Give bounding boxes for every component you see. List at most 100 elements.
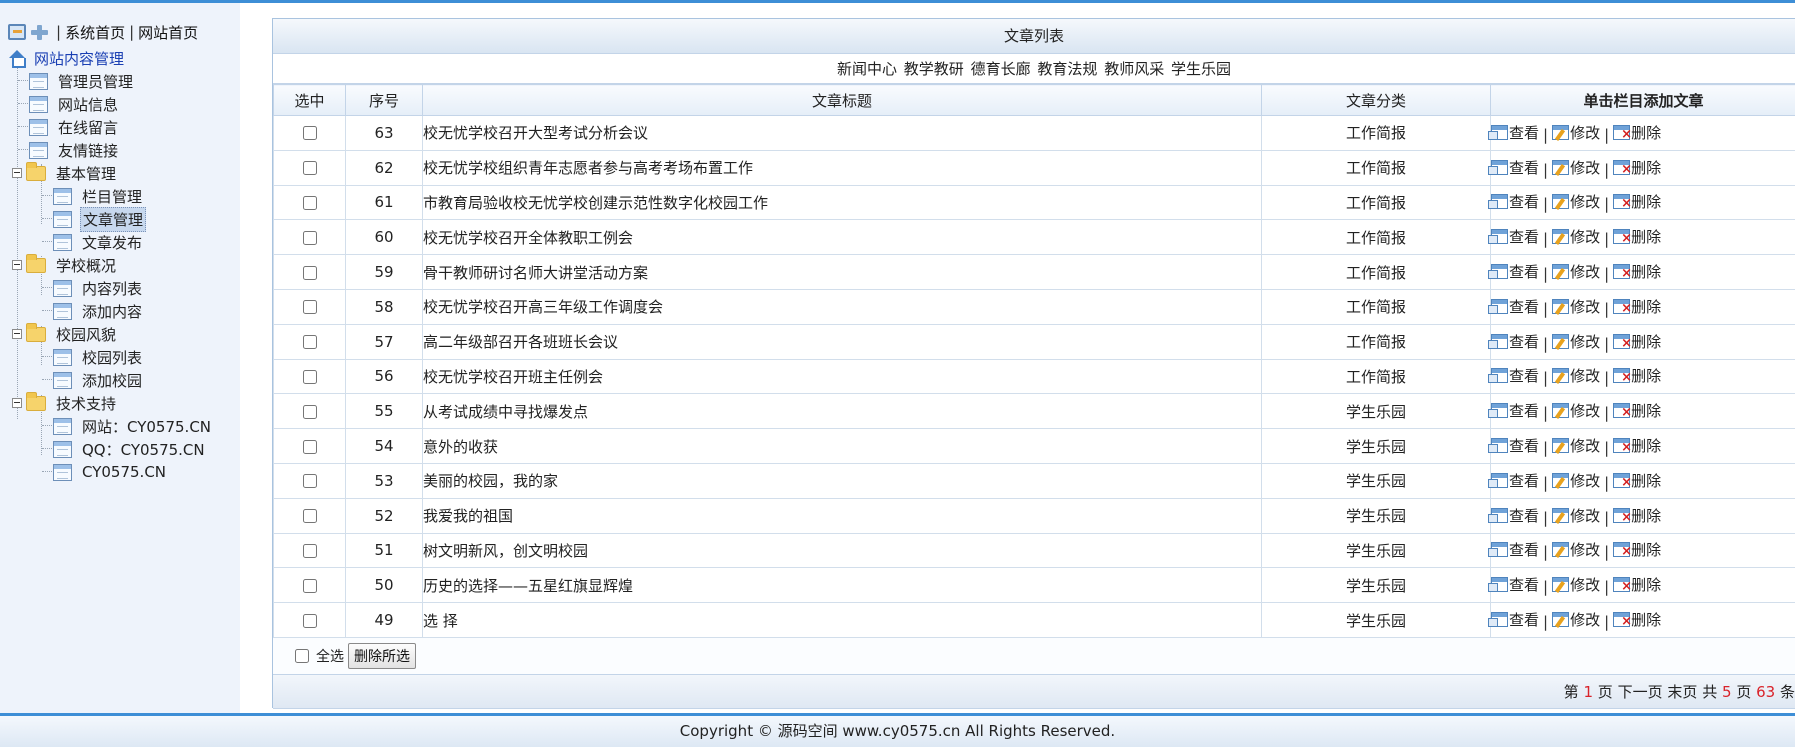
tree-item-label[interactable]: 网站信息 [56,93,120,116]
edit-action[interactable]: 修改 [1552,435,1600,456]
tree-item-label[interactable]: 网站：CY0575.CN [80,415,213,438]
tree-item-label[interactable]: QQ：CY0575.CN [80,438,207,461]
tree-item-articles[interactable]: 文章管理 [53,206,147,232]
delete-action[interactable]: 删除 [1613,296,1661,317]
tree-folder-label[interactable]: 基本管理 [54,162,118,185]
tree-item-messages[interactable]: 在线留言 [29,116,120,138]
row-checkbox[interactable] [302,230,317,245]
site-home-link[interactable]: 网站首页 [138,22,198,43]
expand-icon[interactable] [29,24,49,40]
delete-action[interactable]: 删除 [1613,435,1661,456]
view-action[interactable]: 查看 [1488,435,1539,456]
category-link[interactable]: 学生乐园 [1171,60,1231,78]
row-checkbox[interactable] [302,613,317,628]
row-title[interactable]: 市教育局验收校无忧学校创建示范性数字化校园工作 [422,184,1262,221]
row-checkbox[interactable] [302,195,317,210]
view-action[interactable]: 查看 [1488,365,1539,386]
tree-item-support-qq[interactable]: QQ：CY0575.CN [53,438,207,460]
row-checkbox[interactable] [302,265,317,280]
tree-folder-support[interactable]: 技术支持 [12,391,118,414]
tree-root[interactable]: 网站内容管理 [8,47,126,69]
row-checkbox[interactable] [302,404,317,419]
category-link[interactable]: 德育长廊 [971,60,1031,78]
tree-folder-basic[interactable]: 基本管理 [12,161,118,185]
row-checkbox[interactable] [302,439,317,454]
collapse-icon[interactable] [12,260,22,270]
delete-action[interactable]: 删除 [1613,331,1661,352]
collapse-icon[interactable] [12,168,22,178]
tree-item-columns[interactable]: 栏目管理 [53,185,144,207]
row-checkbox[interactable] [302,543,317,558]
tree-item-label[interactable]: CY0575.CN [80,462,168,482]
tree-item-label[interactable]: 栏目管理 [80,185,144,208]
edit-action[interactable]: 修改 [1552,331,1600,352]
delete-action[interactable]: 删除 [1613,400,1661,421]
tree-item-campus-list[interactable]: 校园列表 [53,346,144,368]
row-checkbox[interactable] [302,300,317,315]
row-title[interactable]: 美丽的校园，我的家 [422,462,1262,499]
edit-action[interactable]: 修改 [1552,296,1600,317]
edit-action[interactable]: 修改 [1552,191,1600,212]
row-title[interactable]: 树文明新风，创文明校园 [422,532,1262,569]
view-action[interactable]: 查看 [1488,157,1539,178]
tree-item-label[interactable]: 校园列表 [80,346,144,369]
delete-action[interactable]: 删除 [1613,470,1661,491]
view-action[interactable]: 查看 [1488,331,1539,352]
row-title[interactable]: 校无忧学校召开高三年级工作调度会 [422,288,1262,325]
tree-folder-school[interactable]: 学校概况 [12,253,118,277]
row-title[interactable]: 我爱我的祖国 [422,497,1262,534]
tree-item-support-site[interactable]: 网站：CY0575.CN [53,415,213,437]
edit-action[interactable]: 修改 [1552,157,1600,178]
tree-item-add-campus[interactable]: 添加校园 [53,369,144,391]
monitor-icon[interactable] [8,24,26,40]
row-title[interactable]: 校无忧学校组织青年志愿者参与高考考场布置工作 [422,149,1262,186]
category-link[interactable]: 新闻中心 [837,60,897,78]
edit-action[interactable]: 修改 [1552,609,1600,630]
row-checkbox[interactable] [302,161,317,176]
row-title[interactable]: 选 择 [422,602,1262,638]
view-action[interactable]: 查看 [1488,261,1539,282]
tree-folder-campus[interactable]: 校园风貌 [12,322,118,346]
row-title[interactable]: 历史的选择——五星红旗显辉煌 [422,567,1262,604]
tree-folder-label[interactable]: 校园风貌 [54,323,118,346]
tree-item-label[interactable]: 在线留言 [56,116,120,139]
view-action[interactable]: 查看 [1488,505,1539,526]
tree-item-label[interactable]: 添加内容 [80,300,144,323]
category-link[interactable]: 教育法规 [1037,60,1097,78]
delete-action[interactable]: 删除 [1613,505,1661,526]
tree-item-publish[interactable]: 文章发布 [53,231,144,253]
tree-item-label[interactable]: 管理员管理 [56,70,135,93]
tree-item-label[interactable]: 添加校园 [80,369,144,392]
view-action[interactable]: 查看 [1488,296,1539,317]
tree-item-add-content[interactable]: 添加内容 [53,300,144,322]
tree-item-label[interactable]: 文章发布 [80,231,144,254]
view-action[interactable]: 查看 [1488,539,1539,560]
row-checkbox[interactable] [302,509,317,524]
edit-action[interactable]: 修改 [1552,226,1600,247]
edit-action[interactable]: 修改 [1552,400,1600,421]
row-title[interactable]: 骨干教师研讨名师大讲堂活动方案 [422,254,1262,290]
tree-item-site-info[interactable]: 网站信息 [29,93,120,115]
view-action[interactable]: 查看 [1488,400,1539,421]
row-title[interactable]: 高二年级部召开各班班长会议 [422,323,1262,360]
collapse-icon[interactable] [12,398,22,408]
collapse-icon[interactable] [12,329,22,339]
delete-action[interactable]: 删除 [1613,539,1661,560]
delete-selected-button[interactable]: 删除所选 [348,642,416,669]
view-action[interactable]: 查看 [1488,609,1539,630]
tree-root-label[interactable]: 网站内容管理 [32,47,126,70]
view-action[interactable]: 查看 [1488,226,1539,247]
tree-item-content-list[interactable]: 内容列表 [53,277,144,299]
tree-item-admin[interactable]: 管理员管理 [29,70,135,92]
tree-item-label[interactable]: 内容列表 [80,277,144,300]
row-title[interactable]: 意外的收获 [422,428,1262,464]
tree-folder-label[interactable]: 学校概况 [54,254,118,277]
view-action[interactable]: 查看 [1488,574,1539,595]
delete-action[interactable]: 删除 [1613,122,1661,143]
row-title[interactable]: 从考试成绩中寻找爆发点 [422,393,1262,430]
tree-item-label[interactable]: 友情链接 [56,139,120,162]
view-action[interactable]: 查看 [1488,470,1539,491]
view-action[interactable]: 查看 [1488,122,1539,143]
category-link[interactable]: 教师风采 [1104,60,1164,78]
row-checkbox[interactable] [302,369,317,384]
